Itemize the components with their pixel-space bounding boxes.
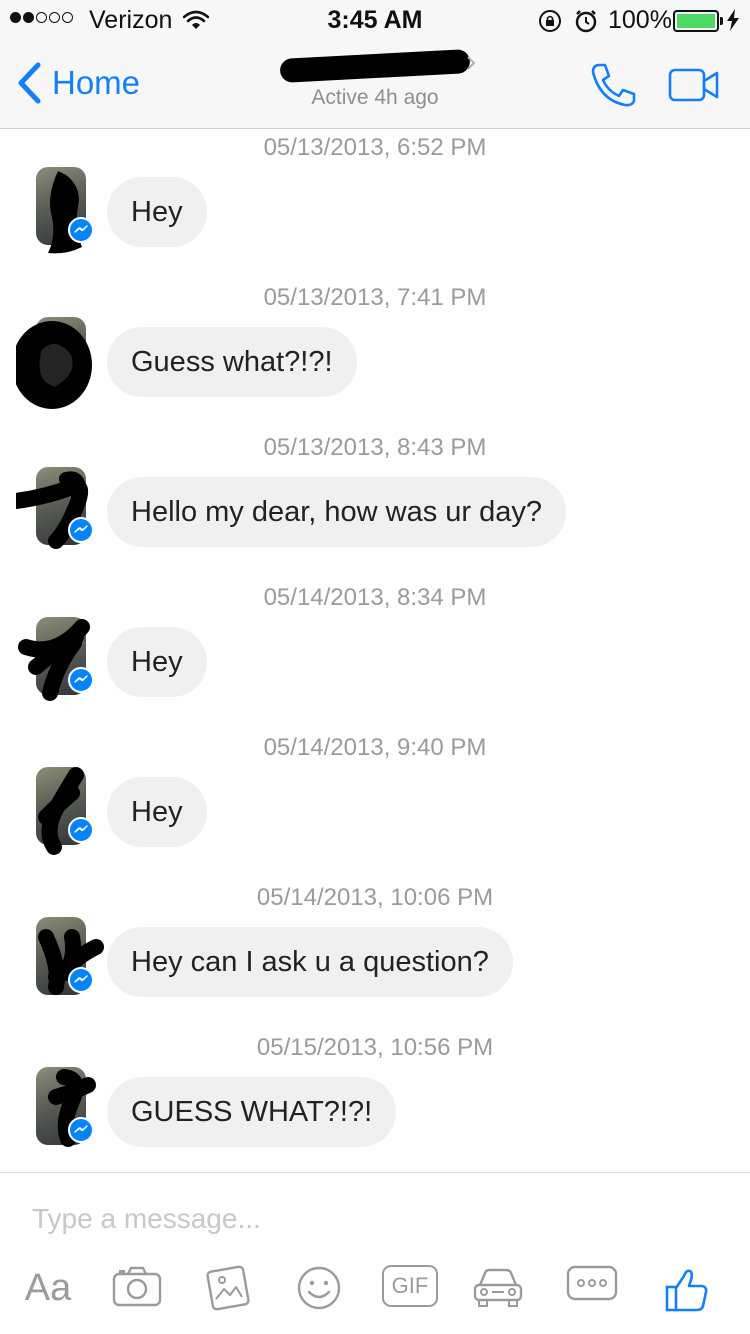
rotation-lock-icon [539,10,561,32]
avatar[interactable] [18,617,94,701]
text-format-label: Aa [24,1266,72,1309]
message-group: 05/14/2013, 8:34 PM Hey [0,579,750,729]
conversation-header: Home Active 4h ago [0,40,750,129]
message-group: 05/14/2013, 10:06 PM Hey can I ask u a q… [0,879,750,1029]
active-status: Active 4h ago [311,86,439,109]
avatar[interactable] [16,467,94,549]
message-group: 05/13/2013, 7:41 PM Guess what?!?! [0,279,750,429]
messenger-badge-icon [68,967,94,993]
video-icon[interactable] [668,68,720,102]
chevron-right-icon [467,56,476,70]
message-group: 05/13/2013, 6:52 PM Hey [0,129,750,279]
car-icon[interactable] [472,1265,524,1309]
message-composer: Type a message... Aa GIF [0,1172,750,1334]
message-bubble[interactable]: Hey [107,627,207,697]
messenger-badge-icon [68,1117,94,1143]
message-bubble[interactable]: Hey [107,777,207,847]
status-bar: Verizon 3:45 AM 100% [0,0,750,40]
message-group: 05/14/2013, 9:40 PM Hey [0,729,750,879]
messenger-badge-icon [68,667,94,693]
message-bubble[interactable]: Hello my dear, how was ur day? [107,477,567,547]
emoji-icon[interactable] [296,1265,342,1311]
message-bubble[interactable]: GUESS WHAT?!?! [107,1077,397,1147]
messenger-badge-icon [68,217,94,243]
avatar[interactable] [36,917,104,995]
avatar[interactable] [36,767,94,855]
message-bubble[interactable]: Hey can I ask u a question? [107,927,513,997]
gif-icon[interactable]: GIF [382,1265,438,1307]
like-icon[interactable] [664,1267,710,1313]
charging-icon [727,9,739,31]
battery-percentage: 100% [608,6,672,34]
message-group: 05/15/2013, 10:56 PM GUESS WHAT?!?! [0,1029,750,1172]
messenger-badge-icon [68,817,94,843]
message-bubble[interactable]: Guess what?!?! [107,327,357,397]
message-group: 05/13/2013, 8:43 PM Hello my dear, how w… [0,429,750,579]
avatar[interactable] [36,167,94,254]
phone-icon[interactable] [589,62,637,108]
camera-icon[interactable] [112,1265,162,1307]
photo-icon[interactable] [204,1265,252,1311]
battery-icon [673,10,723,32]
avatar[interactable] [16,317,92,409]
message-input[interactable]: Type a message... [32,1203,261,1235]
messenger-badge-icon [68,517,94,543]
gif-label: GIF [391,1273,429,1298]
text-format-button[interactable]: Aa [20,1265,76,1311]
message-bubble[interactable]: Hey [107,177,207,247]
alarm-icon [575,10,597,33]
more-icon[interactable] [566,1265,618,1301]
message-thread[interactable]: 05/13/2013, 6:52 PM Hey 05/13/2013, 7:41… [0,129,750,1172]
contact-name-redacted[interactable] [279,49,476,83]
redaction-mark [279,49,471,83]
avatar[interactable] [36,1067,96,1147]
